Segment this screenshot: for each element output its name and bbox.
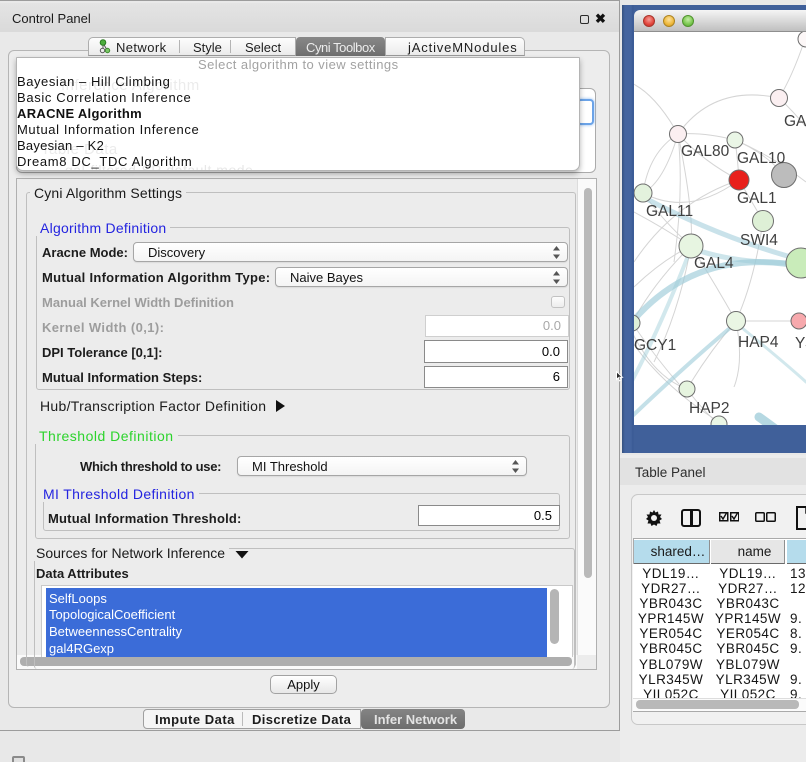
svg-text:YJ: YJ <box>795 335 806 352</box>
svg-text:GAL11: GAL11 <box>646 203 693 220</box>
svg-text:GAL10: GAL10 <box>737 150 786 167</box>
svg-text:HAP2: HAP2 <box>689 400 730 417</box>
svg-text:GAL1: GAL1 <box>737 190 777 207</box>
svg-text:SWI4: SWI4 <box>740 232 778 249</box>
svg-text:HAP4: HAP4 <box>738 334 779 351</box>
svg-text:GAL80: GAL80 <box>681 143 730 160</box>
svg-text:GAL4: GAL4 <box>694 255 734 272</box>
svg-text:GCY1: GCY1 <box>634 337 676 354</box>
svg-text:GAL7: GAL7 <box>784 113 806 130</box>
